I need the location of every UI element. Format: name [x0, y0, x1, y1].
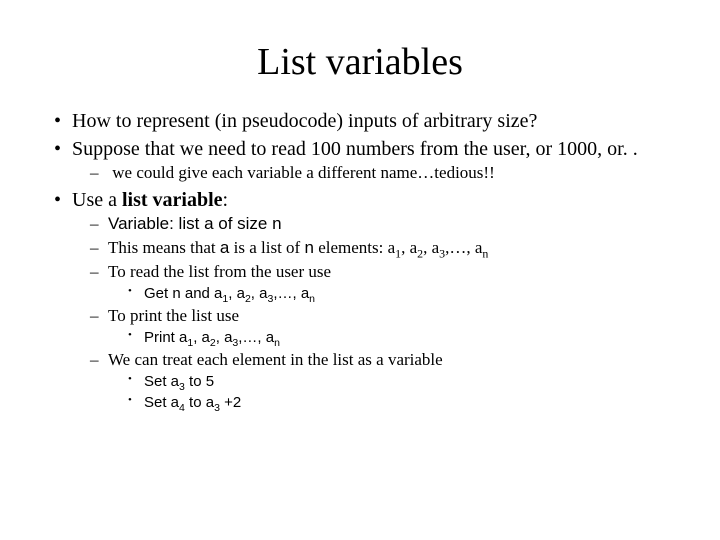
slide-title: List variables [50, 40, 670, 84]
list-item: Suppose that we need to read 100 numbers… [50, 136, 670, 185]
text: n [304, 238, 313, 257]
text: , a [251, 285, 268, 302]
text: Set a [144, 373, 179, 390]
list-item: Set a4 to a3 +2 [108, 393, 670, 413]
text: Set a [144, 394, 179, 411]
text: , a [193, 329, 210, 346]
text: a [220, 238, 229, 257]
text: Suppose that we need to read 100 numbers… [72, 138, 638, 160]
text: To read the list from the user use [108, 262, 331, 281]
subscript: n [274, 337, 280, 349]
text-bold: list variable [122, 189, 223, 211]
subscript: n [482, 246, 488, 260]
list-item: How to represent (in pseudocode) inputs … [50, 108, 670, 134]
text: +2 [220, 394, 241, 411]
text: elements: a [314, 238, 395, 257]
list-item: To print the list use Print a1, a2, a3,…… [72, 305, 670, 348]
text: Variable: list [108, 214, 204, 233]
text: of size [214, 214, 273, 233]
text: , a [423, 238, 439, 257]
list-item: Get n and a1, a2, a3,…, an [108, 284, 670, 304]
text: ,…, a [238, 329, 274, 346]
text: Print a [144, 329, 187, 346]
text: We can treat each element in the list as… [108, 350, 443, 369]
text: : [223, 189, 229, 211]
text: This means that [108, 238, 220, 257]
bullet-list: How to represent (in pseudocode) inputs … [50, 108, 670, 414]
list-item: Variable: list a of size n [72, 213, 670, 236]
text: to 5 [185, 373, 214, 390]
text: a [204, 214, 213, 233]
list-item: Print a1, a2, a3,…, an [108, 328, 670, 348]
text: is a list of [229, 238, 304, 257]
text: , a [401, 238, 417, 257]
text: to a [185, 394, 214, 411]
text: ,…, a [273, 285, 309, 302]
text: , a [228, 285, 245, 302]
list-item: To read the list from the user use Get n… [72, 261, 670, 304]
text: Get n and a [144, 285, 222, 302]
text: ,…, a [445, 238, 482, 257]
list-item: Use a list variable: Variable: list a of… [50, 187, 670, 414]
text: we could give each variable a different … [112, 163, 495, 182]
list-item: Set a3 to 5 [108, 372, 670, 392]
text: , a [216, 329, 233, 346]
list-item: This means that a is a list of n element… [72, 237, 670, 260]
list-item: We can treat each element in the list as… [72, 349, 670, 413]
list-item: we could give each variable a different … [72, 162, 670, 185]
text: Use a [72, 189, 122, 211]
subscript: n [309, 293, 315, 305]
text: n [272, 214, 281, 233]
text: To print the list use [108, 306, 239, 325]
